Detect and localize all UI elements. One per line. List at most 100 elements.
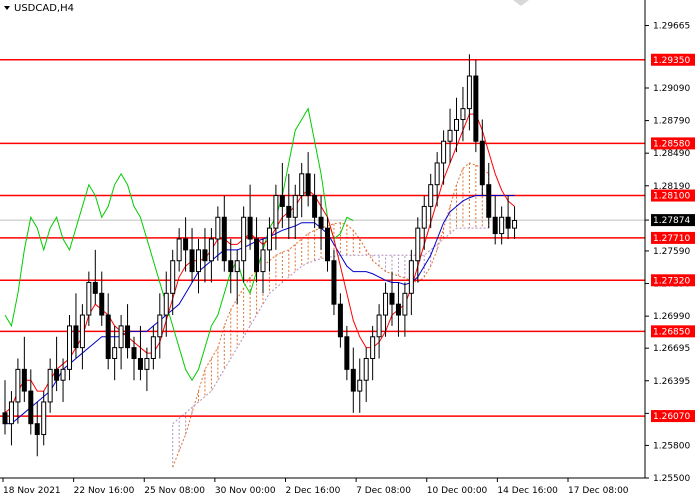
candle-body bbox=[183, 238, 189, 251]
current-price-text: 1.27874 bbox=[653, 216, 690, 226]
time-tick-label: 2 Dec 16:00 bbox=[286, 486, 341, 496]
time-tick-label: 14 Dec 16:00 bbox=[497, 486, 558, 496]
level-label-text: 1.26070 bbox=[653, 412, 690, 422]
symbol-header[interactable]: USDCAD,H4 bbox=[4, 3, 74, 14]
time-tick-label: 17 Dec 08:00 bbox=[568, 486, 629, 496]
chart-area: 1.296651.290901.287901.284901.281901.278… bbox=[0, 0, 700, 500]
candle-body bbox=[86, 281, 92, 316]
level-label-text: 1.26850 bbox=[653, 327, 690, 337]
level-label-text: 1.28100 bbox=[653, 192, 690, 202]
candle-body bbox=[202, 249, 208, 262]
level-label: 1.27320 bbox=[651, 274, 695, 287]
candle-body bbox=[492, 216, 498, 235]
candle-body bbox=[383, 292, 389, 316]
level-label: 1.28580 bbox=[651, 137, 695, 150]
time-tick-label: 18 Nov 2021 bbox=[3, 486, 61, 496]
candle-body bbox=[118, 325, 124, 349]
candle-body bbox=[112, 347, 118, 359]
candle-body bbox=[292, 195, 298, 218]
candle-body bbox=[325, 227, 330, 262]
time-tick-label: 22 Nov 16:00 bbox=[74, 486, 135, 496]
price-tick-label: 1.26695 bbox=[653, 344, 690, 354]
candle-body bbox=[228, 260, 234, 273]
candle-body bbox=[2, 412, 8, 425]
price-tick-label: 1.28790 bbox=[653, 117, 690, 127]
candle-body bbox=[28, 390, 34, 425]
price-tick-label: 1.29665 bbox=[653, 22, 690, 32]
level-label: 1.26070 bbox=[651, 410, 695, 423]
candle-body bbox=[163, 292, 169, 316]
candle-body bbox=[286, 205, 292, 218]
candle-body bbox=[131, 347, 137, 359]
candle-body bbox=[415, 227, 421, 262]
candle-body bbox=[15, 368, 21, 403]
level-label-text: 1.27320 bbox=[653, 276, 690, 286]
plot-background bbox=[0, 0, 645, 478]
candle-body bbox=[176, 238, 182, 262]
candle-body bbox=[60, 368, 66, 381]
candle-body bbox=[312, 195, 318, 218]
price-tick-label: 1.25500 bbox=[653, 474, 690, 484]
candle-body bbox=[344, 336, 350, 370]
candle-body bbox=[460, 108, 466, 120]
candle-body bbox=[67, 325, 72, 370]
price-tick-label: 1.28490 bbox=[653, 149, 690, 159]
price-tick-label: 1.27590 bbox=[653, 247, 690, 257]
candle-body bbox=[279, 195, 285, 207]
time-tick-label: 7 Dec 08:00 bbox=[356, 486, 411, 496]
candle-body bbox=[247, 216, 253, 240]
candlestick-chart: 1.296651.290901.287901.284901.281901.278… bbox=[0, 0, 695, 496]
candle-body bbox=[170, 260, 176, 294]
price-tick-label: 1.26990 bbox=[653, 312, 690, 322]
candle-body bbox=[408, 260, 414, 294]
price-tick-label: 1.29090 bbox=[653, 84, 690, 94]
candle-body bbox=[447, 129, 453, 142]
candle-body bbox=[402, 292, 408, 316]
candle-body bbox=[79, 314, 85, 349]
candle-body bbox=[512, 220, 518, 229]
candle-body bbox=[137, 358, 143, 370]
candle-body bbox=[215, 216, 221, 240]
candle-body bbox=[150, 336, 156, 360]
level-label-text: 1.28580 bbox=[653, 139, 690, 149]
time-axis-ticks: 18 Nov 2021 22 Nov 16:00 25 Nov 08:00 30 No… bbox=[2, 478, 629, 496]
candle-body bbox=[241, 216, 247, 262]
candle-body bbox=[189, 249, 195, 273]
candle-body bbox=[54, 368, 60, 381]
candle-body bbox=[234, 260, 240, 273]
candle-body bbox=[479, 140, 485, 186]
candle-body bbox=[370, 336, 376, 360]
candle-body bbox=[105, 314, 111, 359]
candle-body bbox=[318, 216, 324, 229]
candle-body bbox=[73, 325, 79, 349]
level-label: 1.27710 bbox=[651, 231, 695, 244]
candle-body bbox=[254, 238, 260, 273]
candle-body bbox=[331, 260, 337, 305]
candle-body bbox=[434, 162, 440, 186]
level-label-text: 1.27710 bbox=[653, 234, 690, 244]
candle-body bbox=[421, 205, 427, 229]
candle-body bbox=[157, 314, 163, 338]
candle-body bbox=[337, 303, 343, 338]
candle-body bbox=[486, 184, 492, 218]
candle-body bbox=[21, 368, 27, 392]
level-label-text: 1.29350 bbox=[653, 56, 690, 66]
candle-body bbox=[260, 249, 266, 273]
level-label: 1.29350 bbox=[651, 53, 695, 66]
candle-body bbox=[357, 379, 363, 392]
candle-body bbox=[499, 216, 505, 235]
level-labels: 1.29350 1.28580 1.28100 1.27710 1.27320 1.268… bbox=[651, 53, 695, 423]
candle-body bbox=[505, 216, 511, 229]
candle-body bbox=[299, 173, 305, 197]
candle-body bbox=[389, 292, 395, 305]
candle-body bbox=[208, 238, 214, 262]
candle-body bbox=[34, 423, 40, 436]
candle-body bbox=[363, 358, 369, 381]
time-tick-label: 30 Nov 00:00 bbox=[215, 486, 276, 496]
candle-body bbox=[47, 368, 53, 403]
candle-body bbox=[466, 75, 472, 110]
candle-body bbox=[125, 325, 131, 349]
candle-body bbox=[41, 401, 47, 436]
candle-body bbox=[305, 173, 311, 197]
current-price-label: 1.27874 bbox=[651, 214, 695, 227]
